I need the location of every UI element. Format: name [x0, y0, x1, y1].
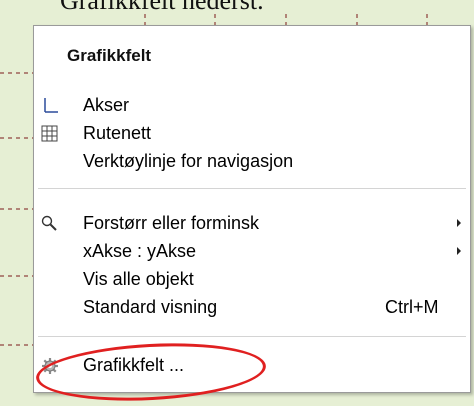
menu-item-label: Verktøylinje for navigasjon	[83, 151, 294, 171]
menu-item-zoom[interactable]: Forstørr eller forminsk	[34, 210, 470, 238]
submenu-arrow-icon	[457, 219, 461, 227]
menu-item-axes[interactable]: Akser	[34, 92, 470, 120]
menu-separator	[38, 188, 466, 189]
menu-item-graphics-settings[interactable]: Grafikkfelt ...	[34, 352, 470, 380]
menu-item-axis-ratio[interactable]: xAkse : yAkse	[34, 238, 470, 266]
grid-icon	[40, 124, 60, 144]
gear-icon	[40, 356, 60, 376]
menu-separator	[38, 336, 466, 337]
menu-item-label: Standard visning	[83, 297, 218, 317]
menu-item-label: Akser	[83, 95, 130, 115]
menu-item-standard-view[interactable]: Standard visning Ctrl+M	[34, 294, 470, 322]
magnifier-icon	[40, 214, 60, 234]
menu-item-navigation-toolbar[interactable]: Verktøylinje for navigasjon	[34, 148, 470, 176]
menu-item-label: Rutenett	[83, 123, 152, 143]
submenu-arrow-icon	[457, 247, 461, 255]
menu-item-shortcut: Ctrl+M	[385, 297, 439, 317]
axes-icon	[40, 96, 60, 116]
menu-item-label: xAkse : yAkse	[83, 241, 197, 261]
menu-item-label: Vis alle objekt	[83, 269, 194, 289]
menu-title: Grafikkfelt	[67, 46, 152, 65]
menu-item-label: Grafikkfelt ...	[83, 355, 185, 375]
menu-item-label: Forstørr eller forminsk	[83, 213, 260, 233]
graphics-context-menu: Grafikkfelt Akser Rutenett Verktøylinje …	[33, 25, 471, 393]
menu-item-grid[interactable]: Rutenett	[34, 120, 470, 148]
menu-item-show-all-objects[interactable]: Vis alle objekt	[34, 266, 470, 294]
